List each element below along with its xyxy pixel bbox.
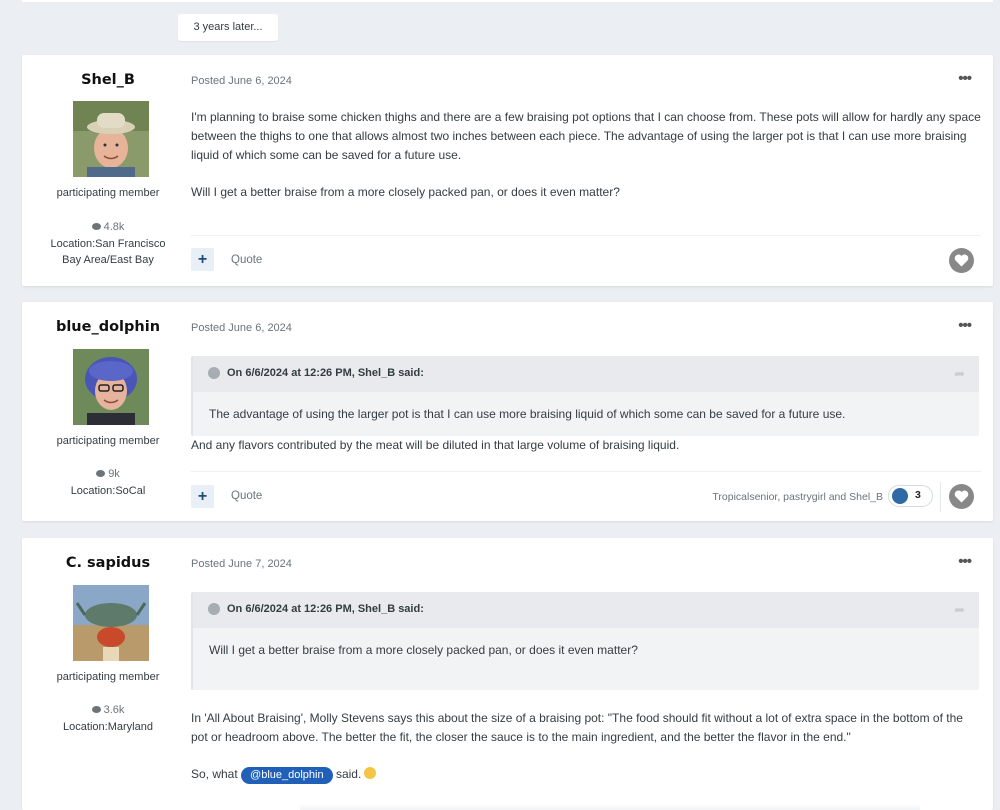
chevron-icon[interactable] [208, 367, 220, 379]
speech-bubble-icon [91, 706, 101, 713]
post-paragraph: And any flavors contributed by the meat … [191, 438, 680, 452]
post-count-value: 4.8k [103, 221, 125, 233]
heart-reaction-icon [892, 488, 908, 504]
multiquote-button[interactable]: + [191, 485, 214, 508]
bottom-shadow [300, 804, 920, 810]
post-c-sapidus: C. sapidus participating member 3.6k Loc… [22, 538, 993, 810]
post-count-value: 3.6k [103, 704, 125, 716]
reaction-count: 3 [915, 489, 921, 501]
time-gap-label: 3 years later... [178, 14, 278, 41]
post-count-value: 9k [108, 468, 120, 480]
smile-emoji [364, 767, 377, 779]
post-blue-dolphin: blue_dolphin participating member 9k Loc… [22, 302, 993, 521]
quote-text: Will I get a better braise from a more c… [209, 643, 638, 657]
speech-bubble-icon [91, 223, 101, 230]
share-arrow-icon[interactable]: ➦ [954, 366, 965, 382]
avatar[interactable] [73, 349, 149, 425]
posted-date[interactable]: Posted June 6, 2024 [191, 322, 292, 334]
quote-text: The advantage of using the larger pot is… [209, 407, 846, 421]
author-username[interactable]: C. sapidus [22, 555, 194, 571]
speech-bubble-icon [96, 470, 106, 477]
previous-post-edge [22, 0, 993, 2]
quote-header: On 6/6/2024 at 12:26 PM, Shel_B said: ➦ [193, 356, 979, 392]
quote-citation: On 6/6/2024 at 12:26 PM, Shel_B said: [227, 367, 424, 379]
avatar[interactable] [73, 585, 149, 661]
ellipsis-icon[interactable]: ••• [958, 70, 972, 87]
last-line-suffix: said. [335, 767, 362, 781]
quote-block: On 6/6/2024 at 12:26 PM, Shel_B said: ➦ … [191, 356, 979, 436]
chevron-icon[interactable] [208, 603, 220, 615]
quote-block: On 6/6/2024 at 12:26 PM, Shel_B said: ➦ … [191, 592, 979, 690]
member-title: participating member [56, 187, 160, 199]
posted-date[interactable]: Posted June 7, 2024 [191, 558, 292, 570]
author-location: Location:Maryland [63, 721, 153, 733]
ellipsis-icon[interactable]: ••• [958, 553, 972, 570]
quote-header: On 6/6/2024 at 12:26 PM, Shel_B said: ➦ [193, 592, 979, 628]
member-title: participating member [56, 671, 160, 683]
multiquote-button[interactable]: + [191, 248, 214, 271]
author-username[interactable]: blue_dolphin [22, 319, 194, 335]
post-paragraph: In 'All About Braising', Molly Stevens s… [191, 711, 963, 744]
quote-citation: On 6/6/2024 at 12:26 PM, Shel_B said: [227, 603, 424, 615]
post-paragraph: I'm planning to braise some chicken thig… [191, 110, 981, 162]
post-content: And any flavors contributed by the meat … [191, 436, 981, 455]
posted-date[interactable]: Posted June 6, 2024 [191, 75, 292, 87]
share-arrow-icon[interactable]: ➦ [954, 602, 965, 618]
post-content: I'm planning to braise some chicken thig… [191, 108, 981, 202]
quote-button[interactable]: Quote [231, 254, 262, 266]
reaction-users[interactable]: Tropicalsenior, pastrygirl and Shel_B [712, 491, 883, 503]
post-paragraph: Will I get a better braise from a more c… [191, 185, 620, 199]
post-shel-b: Shel_B participating member 4.8k Locatio… [22, 55, 993, 286]
heart-icon[interactable] [949, 248, 974, 273]
user-mention[interactable]: @blue_dolphin [241, 767, 333, 784]
post-count[interactable]: 9k [22, 468, 194, 480]
post-paragraph: So, what @blue_dolphin said. [191, 765, 981, 784]
divider [940, 482, 941, 512]
author-username[interactable]: Shel_B [22, 72, 194, 88]
quote-button[interactable]: Quote [231, 490, 262, 502]
avatar[interactable] [73, 101, 149, 177]
reaction-summary[interactable]: 3 [888, 485, 933, 507]
heart-icon[interactable] [949, 484, 974, 509]
post-count[interactable]: 3.6k [22, 704, 194, 716]
author-location: Location:SoCal [70, 485, 146, 497]
ellipsis-icon[interactable]: ••• [958, 317, 972, 334]
post-footer-divider [191, 235, 981, 236]
post-count[interactable]: 4.8k [22, 221, 194, 233]
last-line-prefix: So, what [191, 767, 238, 781]
post-footer-divider [191, 471, 981, 472]
post-content: In 'All About Braising', Molly Stevens s… [191, 709, 981, 784]
author-location: Location:San Francisco Bay Area/East Bay [50, 238, 166, 266]
member-title: participating member [56, 435, 160, 447]
